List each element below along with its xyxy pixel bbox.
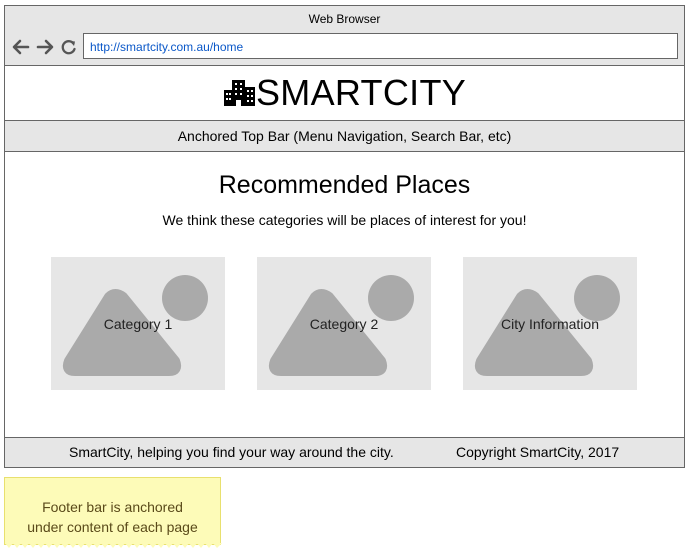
note-line-1: Footer bar is anchored: [42, 499, 183, 515]
city-buildings-icon: [224, 80, 255, 106]
note-torn-edge: [5, 543, 222, 548]
category-card-2[interactable]: Category 2: [257, 257, 431, 390]
reload-icon[interactable]: [59, 38, 79, 56]
page-title: Recommended Places: [218, 171, 471, 199]
site-logo-text[interactable]: SMARTCITY: [256, 75, 466, 111]
browser-chrome: Web Browser http://smartcity.com.au/home: [5, 6, 684, 66]
address-bar[interactable]: http://smartcity.com.au/home: [83, 33, 678, 59]
forward-arrow-icon[interactable]: [35, 38, 55, 56]
anchored-top-bar: Anchored Top Bar (Menu Navigation, Searc…: [5, 120, 684, 152]
sticky-note: Footer bar is anchored under content of …: [4, 477, 222, 548]
window-title: Web Browser: [308, 12, 381, 26]
footer-tagline: SmartCity, helping you find your way aro…: [69, 444, 394, 460]
card-label: Category 2: [309, 316, 379, 332]
page-subtitle: We think these categories will be places…: [162, 212, 527, 228]
card-label: City Information: [500, 316, 600, 332]
city-information-card[interactable]: City Information: [463, 257, 637, 390]
note-line-2: under content of each page: [27, 519, 198, 535]
back-arrow-icon[interactable]: [11, 38, 31, 56]
browser-window: Web Browser http://smartcity.com.au/home: [4, 5, 685, 468]
footer-copyright: Copyright SmartCity, 2017: [456, 444, 620, 460]
card-label: Category 1: [103, 316, 173, 332]
footer-bar: SmartCity, helping you find your way aro…: [5, 437, 684, 467]
site-header: SMARTCITY: [5, 66, 684, 120]
category-card-1[interactable]: Category 1: [51, 257, 225, 390]
